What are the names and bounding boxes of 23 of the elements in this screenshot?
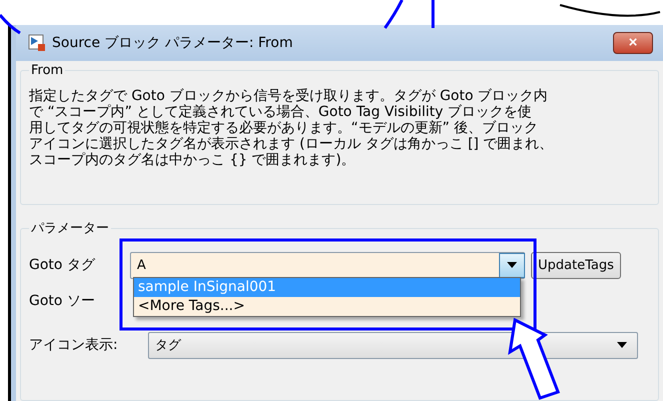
group-title: パラメーター bbox=[30, 220, 110, 237]
description-line: 用してタグの可視状態を特定する必要があります。“モデルの更新” 後、ブロック bbox=[29, 120, 539, 136]
icon-display-select[interactable]: タグ bbox=[148, 332, 638, 358]
description-line: スコープ内のタグ名は中かっこ {} で囲まれます)。 bbox=[29, 152, 356, 168]
annotation-curve bbox=[384, 0, 404, 29]
group-title: From bbox=[30, 63, 64, 78]
window-title: Source ブロック パラメーター: From bbox=[52, 34, 294, 52]
select-value: タグ bbox=[154, 337, 182, 354]
annotation-curve bbox=[0, 14, 21, 34]
caret-icon bbox=[507, 262, 517, 268]
description-line: 指定したタグで Goto ブロックから信号を受け取ります。タグが Goto ブロック内 bbox=[29, 88, 549, 104]
annotation-curve bbox=[432, 0, 434, 28]
update-tags-button[interactable]: UpdateTags bbox=[531, 252, 621, 278]
combo-value: A bbox=[136, 258, 147, 272]
description-line: で “スコープ内” として定義されている場合、Goto Tag Visibility ブロックを使 bbox=[29, 104, 533, 120]
field-label: Goto ソー bbox=[29, 292, 96, 310]
field-label: Goto タグ bbox=[29, 256, 96, 274]
description-line: アイコンに選択したタグ名が表示されます (ローカル タグは角かっこ [] で囲まれ、 bbox=[29, 136, 554, 152]
field-label: アイコン表示: bbox=[29, 336, 119, 354]
block-icon bbox=[28, 34, 46, 52]
dropdown-option[interactable]: <More Tags...> bbox=[134, 296, 520, 316]
dropdown-button[interactable] bbox=[499, 252, 525, 278]
caret-icon bbox=[617, 342, 627, 348]
